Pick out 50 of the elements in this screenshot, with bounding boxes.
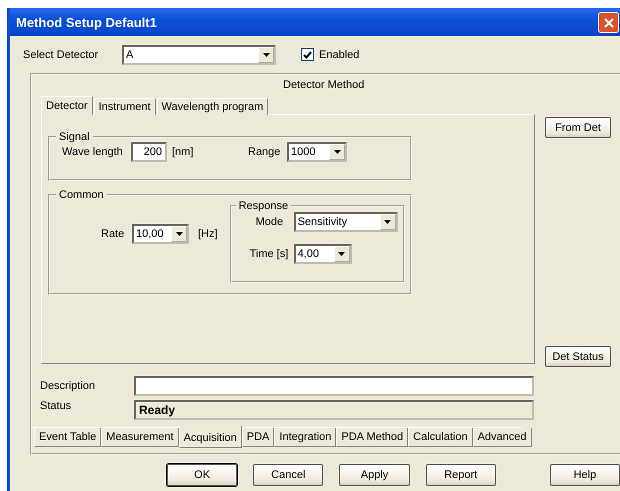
tab[interactable]: Event Table <box>34 428 102 447</box>
tab[interactable]: Detector <box>41 96 93 115</box>
tab[interactable]: Measurement <box>101 428 179 447</box>
caret-icon <box>334 150 340 154</box>
dialog-button[interactable]: Report <box>426 464 496 486</box>
field-label: Description <box>40 380 96 392</box>
description-field[interactable] <box>134 376 534 396</box>
field-label: Rate <box>101 228 126 240</box>
dialog-button[interactable]: Cancel <box>253 464 324 486</box>
time-dropdown[interactable]: 4,00 <box>294 244 352 264</box>
window-title: Method Setup Default1 <box>16 14 157 30</box>
field-label: Mode <box>256 216 284 228</box>
tab[interactable]: Advanced <box>472 428 532 447</box>
checkbox-label: Enabled <box>319 48 360 60</box>
side-button[interactable]: From Det <box>545 117 611 138</box>
tab[interactable]: Acquisition <box>178 426 242 448</box>
field-label: Range <box>248 146 282 158</box>
wavelength-field[interactable]: 200 <box>131 142 167 162</box>
caret-icon <box>262 52 270 56</box>
group-title: Signal <box>58 131 91 143</box>
tab[interactable]: Integration <box>274 428 336 447</box>
caret-icon <box>384 220 392 224</box>
group-title: Response <box>238 200 290 212</box>
tab[interactable]: PDA <box>242 428 274 447</box>
caret-icon <box>338 252 346 256</box>
close-icon <box>604 18 614 28</box>
tab[interactable]: Wavelength program <box>156 98 268 115</box>
dialog-button[interactable]: Apply <box>339 464 410 486</box>
mode-dropdown[interactable]: Sensitivity <box>294 212 398 232</box>
field-label: Status <box>40 400 72 412</box>
side-button[interactable]: Det Status <box>545 346 611 367</box>
group-title: Detector Method <box>283 79 364 91</box>
enabled-checkbox[interactable] <box>301 48 314 61</box>
range-dropdown[interactable]: 1000 <box>287 142 347 162</box>
status-field[interactable]: Ready <box>134 400 534 420</box>
close-button[interactable] <box>598 12 619 33</box>
dialog-button[interactable]: OK <box>167 464 238 486</box>
field-label: Time [s] <box>250 248 290 260</box>
unit-label: [Hz] <box>198 228 218 240</box>
detector-dropdown[interactable]: A <box>122 44 276 64</box>
unit-label: [nm] <box>172 146 194 158</box>
tab[interactable]: Instrument <box>94 98 156 115</box>
dialog-button[interactable]: Help <box>550 464 620 486</box>
group-title: Common <box>58 189 105 201</box>
field-label: Select Detector <box>23 48 100 60</box>
tab[interactable]: Calculation <box>408 428 473 447</box>
field-label: Wave length <box>62 146 124 158</box>
caret-icon <box>176 232 182 236</box>
rate-dropdown[interactable]: 10,00 <box>132 224 189 244</box>
tab[interactable]: PDA Method <box>336 428 408 447</box>
